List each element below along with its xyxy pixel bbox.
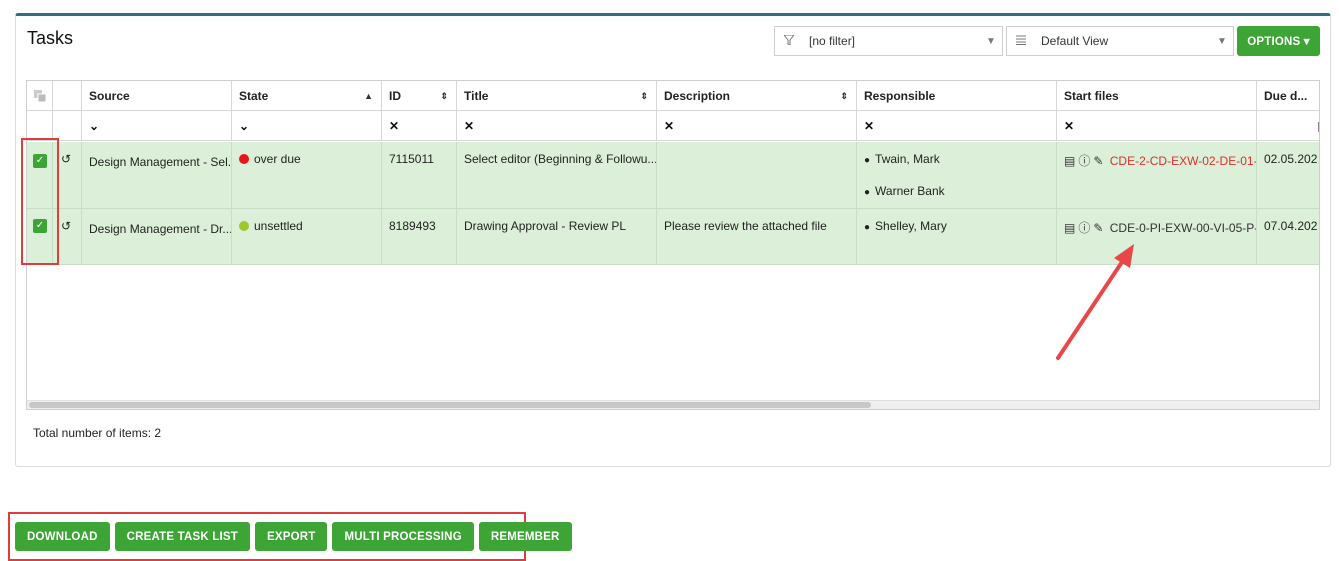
clear-filter-icon[interactable]: ✕ <box>664 119 674 133</box>
export-button[interactable]: EXPORT <box>254 522 328 551</box>
description-cell: Please review the attached file <box>657 209 857 264</box>
chevron-down-icon[interactable]: ⌄ <box>89 119 99 133</box>
copy-icon <box>33 90 46 103</box>
chevron-down-icon: ▼ <box>1217 35 1227 47</box>
filter-select[interactable]: [no filter] ▼ <box>774 26 1003 56</box>
responsible-cell: ● Shelley, Mary <box>857 209 1057 264</box>
clear-filter-icon[interactable]: ✕ <box>389 119 399 133</box>
remember-button[interactable]: REMEMBER <box>478 522 572 551</box>
source-cell: Design Management - Dr... <box>82 209 232 264</box>
edit-icon[interactable]: ✎ <box>1093 154 1103 168</box>
filter-value: [no filter] <box>809 34 856 48</box>
create-task-list-button[interactable]: CREATE TASK LIST <box>114 522 250 551</box>
document-icon[interactable]: ▤ <box>1064 221 1075 235</box>
start-files-filter[interactable]: ✕ <box>1057 111 1257 140</box>
source-cell: Design Management - Sel... <box>82 142 232 208</box>
description-filter[interactable]: ✕ <box>657 111 857 140</box>
filter-row: ⌄ ⌄ ✕ ✕ ✕ ✕ ✕ ▦ <box>27 111 1319 141</box>
column-header-title[interactable]: Title ⇕ <box>457 81 657 110</box>
table-row[interactable]: ✓ ↺ Design Management - Sel... over due … <box>27 142 1319 209</box>
state-cell: over due <box>232 142 382 208</box>
column-header-state[interactable]: State ▲ <box>232 81 382 110</box>
status-dot <box>239 154 249 164</box>
title-cell[interactable]: Drawing Approval - Review PL <box>457 209 657 264</box>
clear-filter-icon[interactable]: ✕ <box>864 119 874 133</box>
info-icon[interactable]: ⓘ <box>1078 221 1090 235</box>
scrollbar-thumb[interactable] <box>29 402 871 408</box>
clear-filter-icon[interactable]: ✕ <box>1064 119 1074 133</box>
start-file-link[interactable]: CDE-2-CD-EXW-02-DE-01-P <box>1110 154 1256 168</box>
responsible-filter[interactable]: ✕ <box>857 111 1057 140</box>
due-date-cell: 07.04.202 <box>1257 209 1319 264</box>
column-header-description[interactable]: Description ⇕ <box>657 81 857 110</box>
state-cell: unsettled <box>232 209 382 264</box>
edit-icon[interactable]: ✎ <box>1093 221 1103 235</box>
options-button[interactable]: OPTIONS ▾ <box>1237 26 1320 56</box>
user-icon: ● <box>864 155 871 166</box>
column-header-source[interactable]: Source <box>82 81 232 110</box>
history-column-header <box>53 81 82 110</box>
table-header: Source State ▲ ID ⇕ Title ⇕ Description ⇕ Re… <box>27 81 1319 111</box>
user-icon: ● <box>864 222 871 233</box>
state-filter[interactable]: ⌄ <box>232 111 382 140</box>
horizontal-scrollbar[interactable] <box>27 400 1319 409</box>
view-select[interactable]: Default View ▼ <box>1006 26 1234 56</box>
sort-icon[interactable]: ▲ <box>364 81 373 110</box>
title-filter[interactable]: ✕ <box>457 111 657 140</box>
list-icon <box>1007 35 1035 48</box>
total-items-count: Total number of items: 2 <box>33 426 162 440</box>
responsible-cell: ● Twain, Mark ● Warner Bank <box>857 142 1057 208</box>
filter-icon <box>775 34 803 48</box>
column-header-id[interactable]: ID ⇕ <box>382 81 457 110</box>
due-date-filter[interactable]: ▦ <box>1257 111 1319 140</box>
select-all-checkbox[interactable] <box>27 81 53 110</box>
clear-filter-icon[interactable]: ✕ <box>464 119 474 133</box>
download-button[interactable]: DOWNLOAD <box>15 522 110 551</box>
action-bar: DOWNLOAD CREATE TASK LIST EXPORT MULTI P… <box>15 522 572 551</box>
chevron-down-icon[interactable]: ⌄ <box>239 119 249 133</box>
document-icon[interactable]: ▤ <box>1064 154 1075 168</box>
sort-icon[interactable]: ⇕ <box>840 81 848 110</box>
start-files-cell: ▤ ⓘ ✎ CDE-2-CD-EXW-02-DE-01-P <box>1057 142 1257 208</box>
id-filter[interactable]: ✕ <box>382 111 457 140</box>
multi-processing-button[interactable]: MULTI PROCESSING <box>332 522 474 551</box>
column-header-start-files[interactable]: Start files <box>1057 81 1257 110</box>
column-header-responsible[interactable]: Responsible <box>857 81 1057 110</box>
id-cell: 8189493 <box>382 209 457 264</box>
column-header-due-date[interactable]: Due d... <box>1257 81 1319 110</box>
chevron-down-icon: ▼ <box>986 35 996 47</box>
info-icon[interactable]: ⓘ <box>1078 154 1090 168</box>
sort-icon[interactable]: ⇕ <box>640 81 648 110</box>
start-file-link[interactable]: CDE-0-PI-EXW-00-VI-05-P-G <box>1110 221 1256 235</box>
id-cell: 7115011 <box>382 142 457 208</box>
user-icon: ● <box>864 187 871 198</box>
title-cell[interactable]: Select editor (Beginning & Followu... <box>457 142 657 208</box>
panel-title: Tasks <box>27 28 74 48</box>
view-value: Default View <box>1041 34 1109 48</box>
status-dot <box>239 221 249 231</box>
calendar-icon[interactable]: ▦ <box>1318 119 1319 133</box>
sort-icon[interactable]: ⇕ <box>440 81 448 110</box>
annotation-arrow <box>1056 244 1134 360</box>
highlight-checkboxes <box>21 138 59 265</box>
due-date-cell: 02.05.202 <box>1257 142 1319 208</box>
source-filter[interactable]: ⌄ <box>82 111 232 140</box>
description-cell <box>657 142 857 208</box>
